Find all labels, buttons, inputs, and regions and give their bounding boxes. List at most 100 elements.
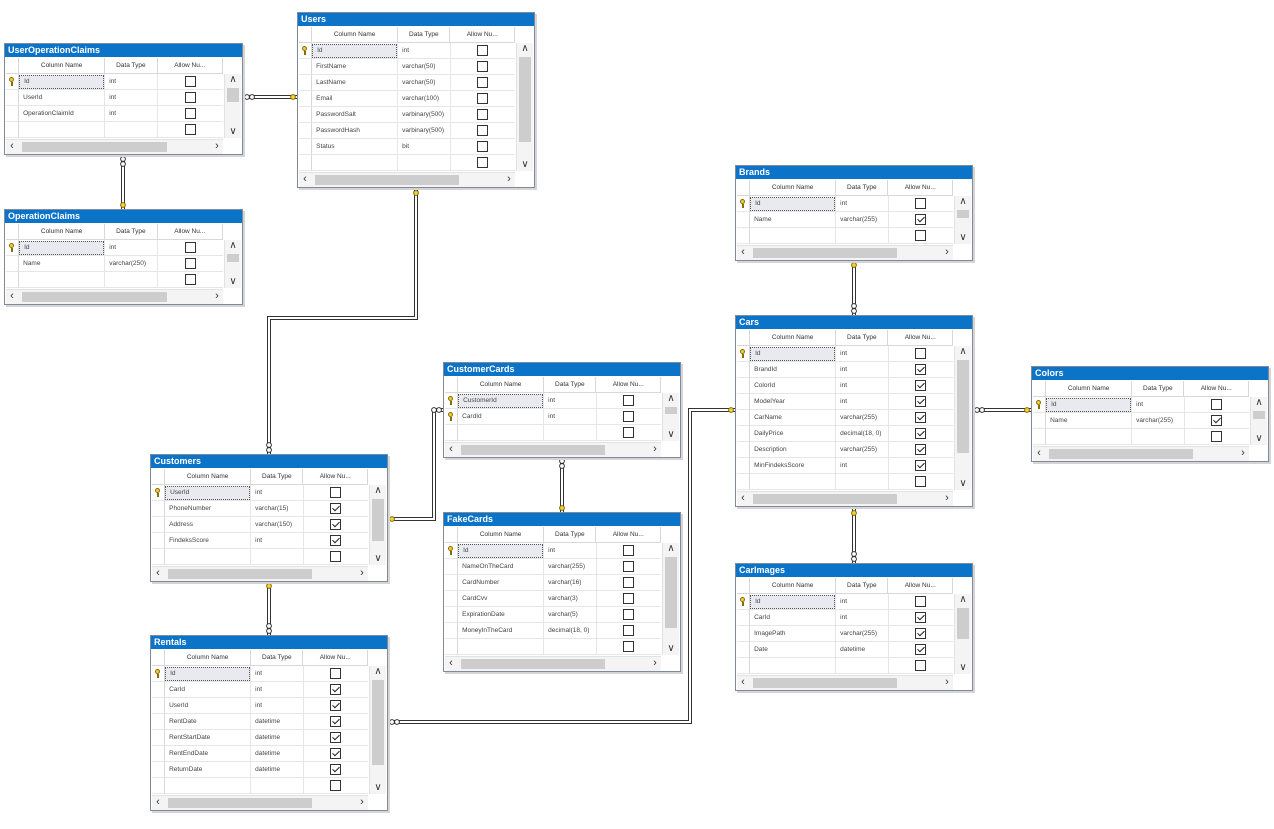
allow-nulls-checkbox[interactable]	[477, 77, 489, 88]
horizontal-scroll-thumb[interactable]	[461, 445, 605, 455]
data-type-header[interactable]: Data Type	[1132, 381, 1185, 397]
vertical-scroll-thumb[interactable]	[957, 210, 969, 218]
column-name-cell[interactable]: NameOnTheCard	[458, 559, 545, 575]
column-name-cell[interactable]: CardNumber	[458, 575, 545, 591]
data-type-cell[interactable]: decimal(18, 0)	[836, 426, 889, 442]
column-row[interactable]: CarName varchar(255)	[737, 410, 953, 426]
horizontal-scrollbar[interactable]: ‹ ›	[1033, 446, 1249, 461]
allow-nulls-checkbox[interactable]	[1211, 415, 1223, 426]
scroll-down-icon[interactable]: ∨	[225, 126, 241, 138]
row-selector[interactable]	[299, 59, 313, 75]
allow-nulls-checkbox[interactable]	[184, 242, 196, 253]
vertical-scrollbar[interactable]: ∧ ∨	[516, 43, 533, 171]
data-type-cell[interactable]: int	[836, 610, 889, 626]
data-type-header[interactable]: Data Type	[544, 527, 597, 543]
data-type-cell[interactable]: varchar(100)	[398, 91, 451, 107]
column-name-cell[interactable]: Name	[750, 212, 837, 228]
relationship-line[interactable]	[388, 408, 443, 521]
empty-column-row[interactable]	[737, 658, 953, 674]
data-type-cell[interactable]	[836, 474, 889, 490]
vertical-scroll-thumb[interactable]	[227, 254, 239, 262]
column-name-header[interactable]: Column Name	[165, 469, 252, 485]
data-type-cell[interactable]: int	[105, 106, 158, 122]
table-fake-cards[interactable]: FakeCards Column Name Data Type Allow Nu...…	[443, 512, 681, 672]
allow-nulls-checkbox[interactable]	[915, 644, 927, 655]
row-selector[interactable]	[445, 623, 459, 639]
column-row[interactable]: Description varchar(255)	[737, 442, 953, 458]
relationship-line[interactable]	[388, 409, 443, 520]
scroll-up-icon[interactable]: ∧	[663, 543, 679, 555]
column-row[interactable]: RentDate datetime	[152, 714, 368, 730]
allow-nulls-checkbox[interactable]	[915, 596, 927, 607]
horizontal-scrollbar[interactable]: ‹ ›	[6, 139, 223, 154]
table-customers[interactable]: Customers Column Name Data Type Allow Nu...…	[150, 454, 388, 582]
data-type-cell[interactable]	[544, 425, 597, 441]
allow-nulls-checkbox[interactable]	[184, 258, 196, 269]
column-name-cell[interactable]: OperationClaimId	[19, 106, 106, 122]
column-name-cell[interactable]: LastName	[312, 75, 399, 91]
column-name-cell[interactable]: FindeksScore	[165, 533, 252, 549]
vertical-scrollbar[interactable]: ∧ ∨	[224, 240, 241, 288]
table-title[interactable]: CustomerCards	[444, 363, 680, 376]
row-selector[interactable]	[737, 626, 751, 642]
column-row[interactable]: RentEndDate datetime	[152, 746, 368, 762]
scroll-down-icon[interactable]: ∨	[1251, 433, 1267, 445]
vertical-scroll-thumb[interactable]	[665, 407, 677, 414]
table-title[interactable]: UserOperationClaims	[5, 44, 242, 57]
row-selector[interactable]	[152, 533, 166, 549]
allow-nulls-checkbox[interactable]	[623, 641, 635, 652]
allow-nulls-checkbox[interactable]	[330, 684, 342, 695]
column-name-cell[interactable]: ColorId	[750, 378, 837, 394]
scroll-left-icon[interactable]: ‹	[445, 443, 457, 456]
column-name-cell[interactable]	[165, 549, 252, 565]
scroll-up-icon[interactable]: ∧	[663, 393, 679, 405]
row-selector[interactable]	[152, 682, 166, 698]
allow-nulls-header[interactable]: Allow Nu...	[888, 330, 953, 346]
data-type-cell[interactable]: int	[836, 362, 889, 378]
table-operation-claims[interactable]: OperationClaims Column Name Data Type Allow…	[4, 209, 243, 305]
data-type-cell[interactable]: int	[251, 485, 304, 501]
column-row[interactable]: Id int	[1033, 397, 1249, 413]
column-row[interactable]: Status bit	[299, 139, 515, 155]
empty-column-row[interactable]	[737, 474, 953, 490]
allow-nulls-checkbox[interactable]	[915, 230, 927, 241]
scroll-left-icon[interactable]: ‹	[299, 173, 311, 186]
row-selector[interactable]	[152, 666, 166, 682]
scroll-left-icon[interactable]: ‹	[737, 676, 749, 689]
column-row[interactable]: Name varchar(250)	[6, 256, 223, 272]
allow-nulls-header[interactable]: Allow Nu...	[596, 377, 661, 393]
column-row[interactable]: CardCvv varchar(3)	[445, 591, 661, 607]
column-row[interactable]: Date datetime	[737, 642, 953, 658]
scroll-right-icon[interactable]: ›	[649, 443, 661, 456]
data-type-header[interactable]: Data Type	[836, 180, 889, 196]
row-selector[interactable]	[1033, 413, 1047, 429]
column-name-cell[interactable]: ExpirationDate	[458, 607, 545, 623]
column-name-cell[interactable]	[19, 272, 106, 288]
scroll-left-icon[interactable]: ‹	[1033, 447, 1045, 460]
column-row[interactable]: CustomerId int	[445, 393, 661, 409]
row-selector[interactable]	[737, 442, 751, 458]
column-row[interactable]: NameOnTheCard varchar(255)	[445, 559, 661, 575]
row-selector[interactable]	[737, 658, 751, 674]
data-type-cell[interactable]	[251, 549, 304, 565]
column-name-cell[interactable]: RentDate	[165, 714, 252, 730]
column-name-cell[interactable]: Description	[750, 442, 837, 458]
row-selector[interactable]	[445, 393, 459, 409]
vertical-scrollbar[interactable]: ∧ ∨	[369, 485, 386, 565]
empty-column-row[interactable]	[6, 122, 223, 138]
horizontal-scroll-thumb[interactable]	[22, 142, 167, 152]
column-name-cell[interactable]	[312, 155, 399, 171]
data-type-cell[interactable]: int	[251, 666, 304, 682]
allow-nulls-checkbox[interactable]	[915, 348, 927, 359]
relationship-line[interactable]	[267, 189, 418, 454]
row-selector[interactable]	[6, 272, 20, 288]
column-row[interactable]: ExpirationDate varchar(5)	[445, 607, 661, 623]
column-name-cell[interactable]: Id	[750, 346, 837, 362]
column-row[interactable]: MoneyInTheCard decimal(18, 0)	[445, 623, 661, 639]
column-name-cell[interactable]: CarId	[750, 610, 837, 626]
column-name-cell[interactable]	[19, 122, 106, 138]
horizontal-scroll-thumb[interactable]	[753, 678, 897, 688]
row-selector[interactable]	[445, 543, 459, 559]
row-selector[interactable]	[737, 346, 751, 362]
column-row[interactable]: Id int	[152, 666, 368, 682]
